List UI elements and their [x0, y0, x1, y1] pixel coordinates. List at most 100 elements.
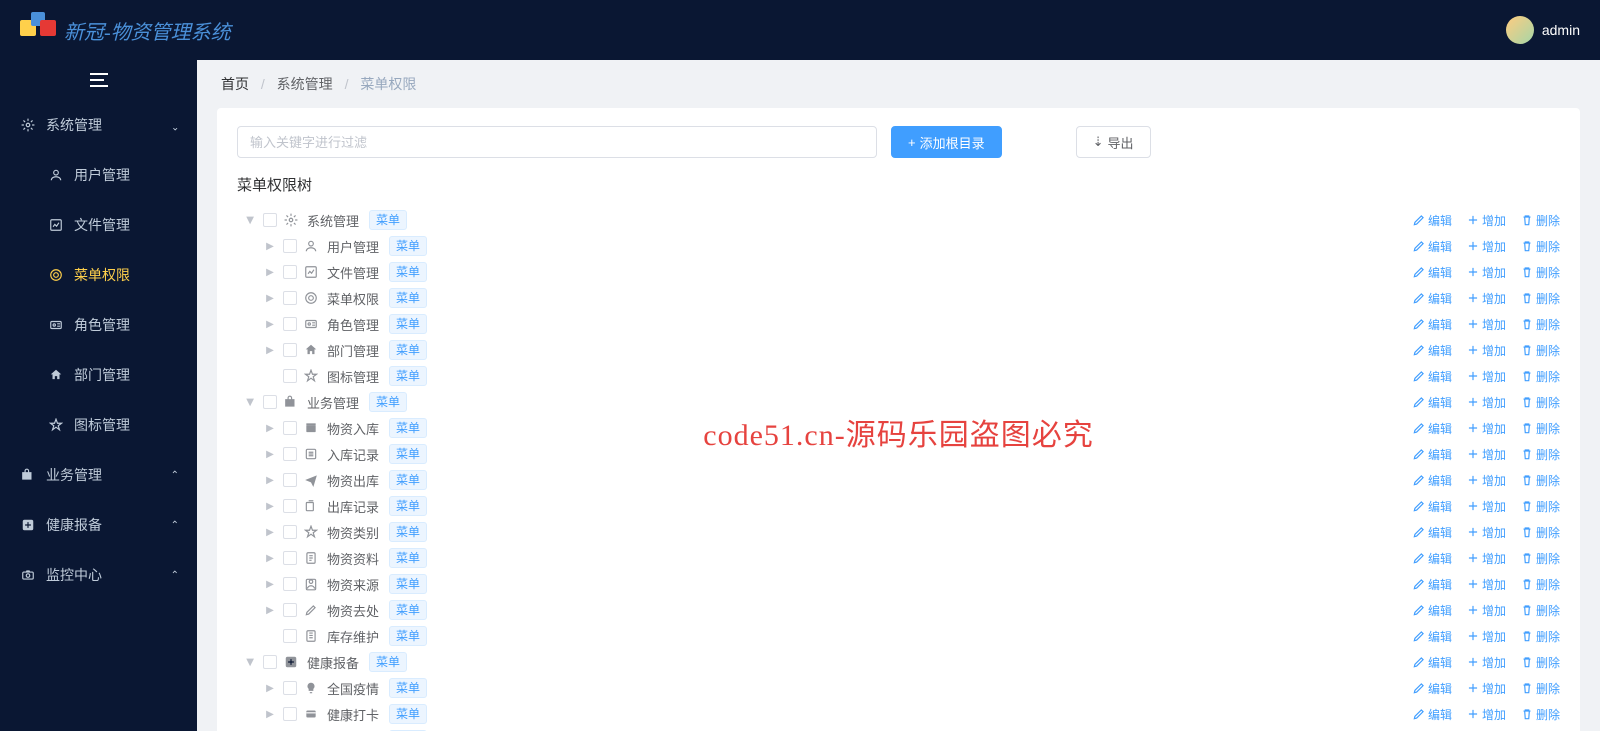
delete-action[interactable]: 删除	[1520, 576, 1560, 593]
sidebar-item-2[interactable]: 文件管理	[0, 200, 197, 250]
tree-checkbox[interactable]	[263, 655, 277, 669]
add-root-button[interactable]: + 添加根目录	[891, 126, 1002, 158]
edit-action[interactable]: 编辑	[1412, 212, 1452, 229]
add-action[interactable]: 增加	[1466, 238, 1506, 255]
delete-action[interactable]: 删除	[1520, 368, 1560, 385]
edit-action[interactable]: 编辑	[1412, 394, 1452, 411]
add-action[interactable]: 增加	[1466, 628, 1506, 645]
edit-action[interactable]: 编辑	[1412, 290, 1452, 307]
export-button[interactable]: ⇣ 导出	[1076, 126, 1151, 158]
sidebar-collapse-button[interactable]	[0, 60, 197, 100]
edit-action[interactable]: 编辑	[1412, 524, 1452, 541]
breadcrumb-home[interactable]: 首页	[221, 76, 249, 92]
delete-action[interactable]: 删除	[1520, 498, 1560, 515]
tree-caret-icon[interactable]: ▶	[263, 605, 277, 616]
delete-action[interactable]: 删除	[1520, 550, 1560, 567]
tree-checkbox[interactable]	[283, 421, 297, 435]
sidebar-item-7[interactable]: 业务管理⌃	[0, 450, 197, 500]
tree-caret-icon[interactable]: ▶	[263, 319, 277, 330]
add-action[interactable]: 增加	[1466, 498, 1506, 515]
edit-action[interactable]: 编辑	[1412, 368, 1452, 385]
tree-caret-icon[interactable]: ▶	[263, 449, 277, 460]
add-action[interactable]: 增加	[1466, 602, 1506, 619]
tree-checkbox[interactable]	[283, 681, 297, 695]
add-action[interactable]: 增加	[1466, 576, 1506, 593]
add-action[interactable]: 增加	[1466, 316, 1506, 333]
edit-action[interactable]: 编辑	[1412, 472, 1452, 489]
tree-checkbox[interactable]	[283, 499, 297, 513]
tree-checkbox[interactable]	[283, 369, 297, 383]
tree-caret-icon[interactable]: ▶	[263, 423, 277, 434]
sidebar-item-8[interactable]: 健康报备⌃	[0, 500, 197, 550]
tree-checkbox[interactable]	[283, 629, 297, 643]
add-action[interactable]: 增加	[1466, 212, 1506, 229]
delete-action[interactable]: 删除	[1520, 602, 1560, 619]
tree-checkbox[interactable]	[283, 291, 297, 305]
tree-checkbox[interactable]	[283, 447, 297, 461]
tree-checkbox[interactable]	[263, 395, 277, 409]
edit-action[interactable]: 编辑	[1412, 576, 1452, 593]
add-action[interactable]: 增加	[1466, 446, 1506, 463]
sidebar-item-4[interactable]: 角色管理	[0, 300, 197, 350]
add-action[interactable]: 增加	[1466, 290, 1506, 307]
delete-action[interactable]: 删除	[1520, 238, 1560, 255]
add-action[interactable]: 增加	[1466, 420, 1506, 437]
delete-action[interactable]: 删除	[1520, 394, 1560, 411]
sidebar-item-5[interactable]: 部门管理	[0, 350, 197, 400]
edit-action[interactable]: 编辑	[1412, 654, 1452, 671]
tree-caret-icon[interactable]: ▶	[263, 345, 277, 356]
delete-action[interactable]: 删除	[1520, 706, 1560, 723]
delete-action[interactable]: 删除	[1520, 446, 1560, 463]
delete-action[interactable]: 删除	[1520, 628, 1560, 645]
delete-action[interactable]: 删除	[1520, 680, 1560, 697]
sidebar-item-3[interactable]: 菜单权限	[0, 250, 197, 300]
tree-caret-icon[interactable]: ▶	[263, 527, 277, 538]
sidebar-item-0[interactable]: 系统管理⌃	[0, 100, 197, 150]
edit-action[interactable]: 编辑	[1412, 706, 1452, 723]
add-action[interactable]: 增加	[1466, 394, 1506, 411]
edit-action[interactable]: 编辑	[1412, 550, 1452, 567]
tree-checkbox[interactable]	[263, 213, 277, 227]
edit-action[interactable]: 编辑	[1412, 342, 1452, 359]
add-action[interactable]: 增加	[1466, 524, 1506, 541]
edit-action[interactable]: 编辑	[1412, 602, 1452, 619]
tree-checkbox[interactable]	[283, 317, 297, 331]
delete-action[interactable]: 删除	[1520, 264, 1560, 281]
sidebar-item-1[interactable]: 用户管理	[0, 150, 197, 200]
tree-checkbox[interactable]	[283, 577, 297, 591]
delete-action[interactable]: 删除	[1520, 472, 1560, 489]
delete-action[interactable]: 删除	[1520, 654, 1560, 671]
tree-caret-icon[interactable]: ▶	[263, 241, 277, 252]
add-action[interactable]: 增加	[1466, 654, 1506, 671]
tree-checkbox[interactable]	[283, 707, 297, 721]
edit-action[interactable]: 编辑	[1412, 446, 1452, 463]
edit-action[interactable]: 编辑	[1412, 498, 1452, 515]
tree-checkbox[interactable]	[283, 473, 297, 487]
delete-action[interactable]: 删除	[1520, 212, 1560, 229]
tree-checkbox[interactable]	[283, 551, 297, 565]
tree-checkbox[interactable]	[283, 343, 297, 357]
tree-checkbox[interactable]	[283, 265, 297, 279]
tree-checkbox[interactable]	[283, 239, 297, 253]
user-area[interactable]: admin	[1506, 16, 1580, 44]
add-action[interactable]: 增加	[1466, 368, 1506, 385]
add-action[interactable]: 增加	[1466, 342, 1506, 359]
edit-action[interactable]: 编辑	[1412, 238, 1452, 255]
tree-caret-icon[interactable]: ▶	[263, 501, 277, 512]
edit-action[interactable]: 编辑	[1412, 680, 1452, 697]
tree-caret-icon[interactable]: ▶	[263, 709, 277, 720]
add-action[interactable]: 增加	[1466, 550, 1506, 567]
tree-caret-icon[interactable]: ▶	[263, 683, 277, 694]
tree-caret-icon[interactable]: ▶	[245, 395, 256, 409]
delete-action[interactable]: 删除	[1520, 342, 1560, 359]
search-input[interactable]	[237, 126, 877, 158]
tree-checkbox[interactable]	[283, 525, 297, 539]
edit-action[interactable]: 编辑	[1412, 264, 1452, 281]
sidebar-item-9[interactable]: 监控中心⌃	[0, 550, 197, 600]
add-action[interactable]: 增加	[1466, 264, 1506, 281]
edit-action[interactable]: 编辑	[1412, 628, 1452, 645]
delete-action[interactable]: 删除	[1520, 420, 1560, 437]
tree-caret-icon[interactable]: ▶	[263, 293, 277, 304]
tree-caret-icon[interactable]: ▶	[263, 579, 277, 590]
tree-caret-icon[interactable]: ▶	[263, 475, 277, 486]
